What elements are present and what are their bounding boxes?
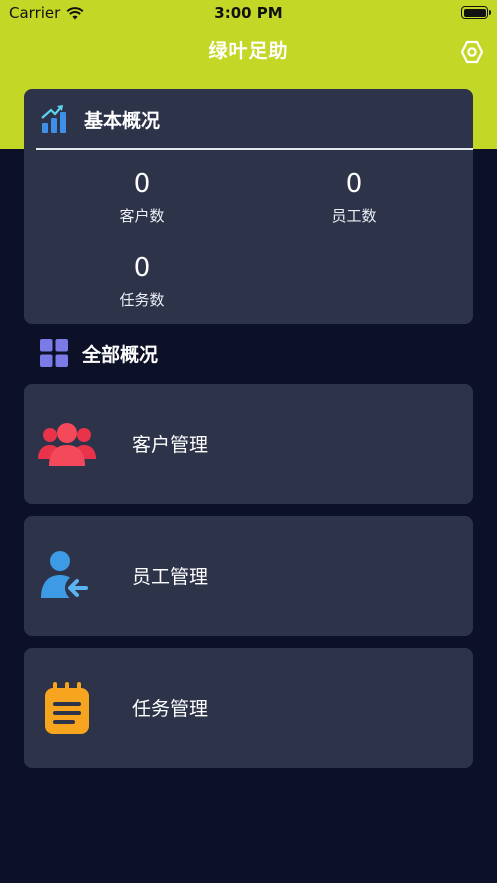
stat-tasks-label: 任务数 (119, 291, 165, 309)
stat-tasks: 0 任务数 (82, 253, 202, 310)
employee-management-card[interactable]: 员工管理 (24, 516, 473, 636)
stat-customers: 0 客户数 (82, 169, 202, 226)
stat-tasks-value: 0 (133, 253, 151, 283)
customer-management-card[interactable]: 客户管理 (24, 384, 473, 504)
settings-button[interactable] (459, 39, 485, 65)
stat-employees-label: 员工数 (331, 207, 377, 225)
status-bar: Carrier 3:00 PM (0, 0, 497, 26)
page-title: 绿叶足助 (208, 40, 289, 62)
overview-divider (36, 148, 473, 150)
all-overview-header: 全部概况 (40, 339, 158, 367)
overview-title: 基本概况 (84, 109, 161, 132)
overview-card: 基本概况 0 客户数 0 员工数 0 任务数 (24, 89, 473, 324)
settings-icon (460, 40, 484, 64)
stat-employees-value: 0 (345, 169, 363, 199)
customer-management-label: 客户管理 (132, 434, 209, 456)
all-overview-title: 全部概况 (82, 343, 159, 366)
task-management-label: 任务管理 (132, 698, 209, 720)
stat-employees: 0 员工数 (294, 169, 414, 226)
customers-icon (38, 423, 96, 466)
overview-header: 基本概况 (40, 104, 160, 134)
task-management-card[interactable]: 任务管理 (24, 648, 473, 768)
stat-customers-value: 0 (133, 169, 151, 199)
grid-icon (40, 339, 68, 367)
battery-icon (461, 6, 491, 19)
stat-customers-label: 客户数 (119, 207, 165, 225)
employee-management-label: 员工管理 (132, 566, 209, 588)
employee-icon (41, 551, 91, 601)
bar-chart-icon (41, 105, 66, 133)
status-time: 3:00 PM (214, 4, 283, 22)
tasks-icon (45, 682, 89, 734)
